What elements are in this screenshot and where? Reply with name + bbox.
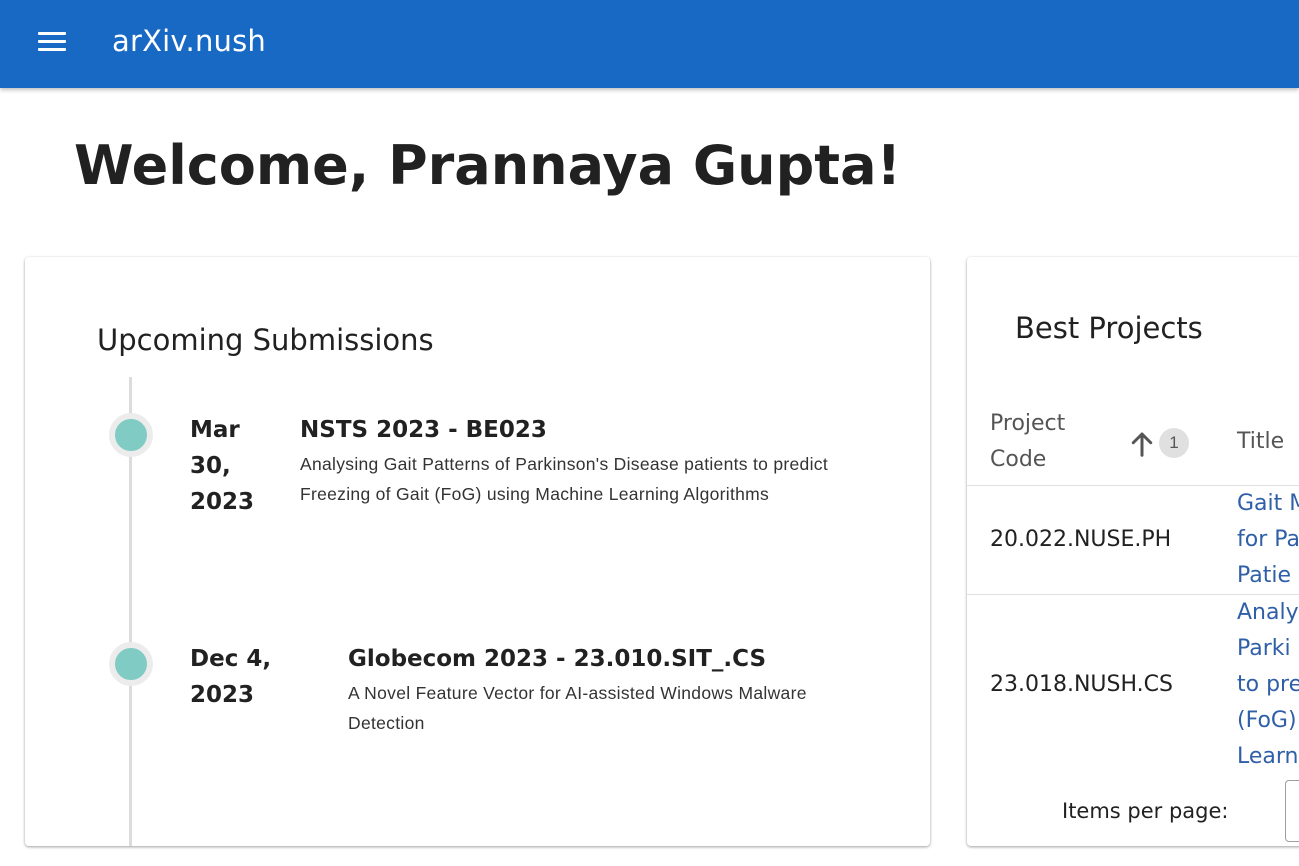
submission-description: Analysing Gait Patterns of Parkinson's D… bbox=[300, 449, 828, 509]
menu-icon-bar bbox=[38, 47, 66, 51]
upcoming-submissions-title: Upcoming Submissions bbox=[97, 323, 434, 357]
items-per-page-label: Items per page: bbox=[1062, 799, 1229, 823]
date-line: 30, bbox=[190, 453, 231, 479]
description-line: A Novel Feature Vector for AI-assisted W… bbox=[348, 683, 807, 703]
items-per-page-select[interactable] bbox=[1285, 780, 1299, 842]
submission-date: Mar 30, 2023 bbox=[190, 412, 254, 520]
submission-title: NSTS 2023 - BE023 bbox=[300, 417, 547, 443]
title-line: to pre bbox=[1237, 672, 1299, 697]
date-line: Mar bbox=[190, 417, 240, 443]
column-header-project-code[interactable]: Project Code bbox=[990, 406, 1065, 478]
submission-description: A Novel Feature Vector for AI-assisted W… bbox=[348, 678, 807, 738]
column-header-title[interactable]: Title bbox=[1237, 424, 1284, 460]
welcome-heading: Welcome, Prannaya Gupta! bbox=[74, 134, 902, 197]
table-cell-title-link[interactable]: Gait M for Pa Patie bbox=[1237, 486, 1299, 594]
menu-icon-bar bbox=[38, 31, 66, 35]
table-cell-project-code: 20.022.NUSE.PH bbox=[990, 527, 1172, 552]
sort-order-badge: 1 bbox=[1159, 428, 1189, 458]
upcoming-submissions-card: Upcoming Submissions Mar 30, 2023 NSTS 2… bbox=[25, 257, 930, 846]
app-bar: arXiv.nush bbox=[0, 0, 1299, 88]
title-line: for Pa bbox=[1237, 527, 1299, 552]
table-cell-title-link[interactable]: Analy Parki to pre (FoG) Learn bbox=[1237, 595, 1299, 775]
title-line: Analy bbox=[1237, 600, 1299, 625]
title-line: Learn bbox=[1237, 744, 1299, 769]
date-line: Dec 4, bbox=[190, 646, 272, 672]
date-line: 2023 bbox=[190, 489, 255, 515]
best-projects-title: Best Projects bbox=[1015, 311, 1203, 345]
description-line: Detection bbox=[348, 713, 425, 733]
description-line: Freezing of Gait (FoG) using Machine Lea… bbox=[300, 484, 770, 504]
header-line: Code bbox=[990, 447, 1047, 472]
title-line: Parki bbox=[1237, 636, 1291, 661]
timeline-dot bbox=[109, 413, 153, 457]
date-line: 2023 bbox=[190, 682, 255, 708]
timeline-dot bbox=[109, 642, 153, 686]
app-title[interactable]: arXiv.nush bbox=[112, 22, 266, 60]
arrow-up-icon[interactable] bbox=[1127, 429, 1157, 459]
submission-date: Dec 4, 2023 bbox=[190, 641, 271, 713]
submission-title: Globecom 2023 - 23.010.SIT_.CS bbox=[348, 646, 767, 672]
title-line: Patie bbox=[1237, 563, 1292, 588]
table-cell-project-code: 23.018.NUSH.CS bbox=[990, 672, 1173, 697]
description-line: Analysing Gait Patterns of Parkinson's D… bbox=[300, 454, 828, 474]
menu-icon-bar bbox=[38, 39, 66, 43]
title-line: Gait M bbox=[1237, 491, 1299, 516]
header-line: Project bbox=[990, 411, 1066, 436]
best-projects-card: Best Projects Project Code 1 Title 20.02… bbox=[967, 257, 1299, 846]
title-line: (FoG) bbox=[1237, 708, 1297, 733]
menu-icon[interactable] bbox=[28, 20, 76, 62]
